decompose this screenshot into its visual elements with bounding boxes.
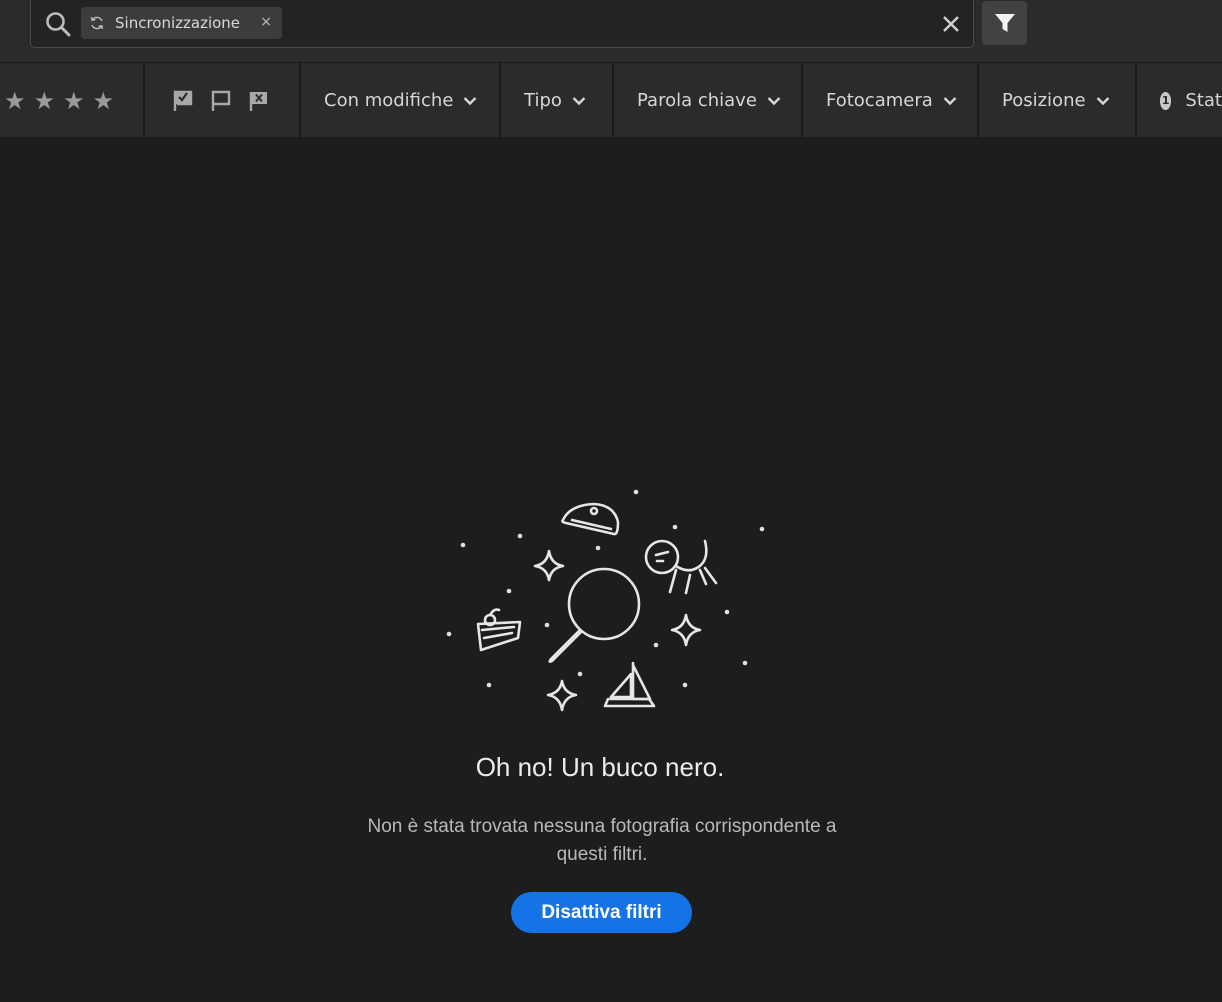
search-toolbar: Sincronizzazione × — [0, 0, 1222, 62]
info-badge: 1 — [1160, 91, 1172, 110]
search-icon — [46, 12, 71, 37]
star-icon[interactable]: ★ — [93, 89, 115, 113]
search-input[interactable]: Sincronizzazione × — [30, 0, 974, 48]
search-chip-label: Sincronizzazione — [115, 14, 241, 32]
filter-dropdown-type[interactable]: Tipo — [501, 63, 614, 138]
dropdown-label: Posizione — [1002, 90, 1086, 111]
flag-unflagged-icon[interactable] — [209, 89, 233, 113]
filter-dropdown-edits[interactable]: Con modifiche — [301, 63, 501, 138]
sync-icon — [90, 16, 104, 30]
chevron-down-icon — [767, 96, 781, 105]
filter-dropdown-camera[interactable]: Fotocamera — [803, 63, 979, 138]
sparkle-icon — [546, 679, 578, 712]
dropdown-label: Con modifiche — [324, 90, 454, 111]
close-icon[interactable] — [941, 14, 961, 34]
filter-bar: ★ ★ ★ ★ Con modifiche Tipo Parola chiave… — [0, 62, 1222, 138]
dropdown-label: Fotocamera — [826, 90, 933, 111]
dropdown-label: Tipo — [524, 90, 562, 111]
chevron-down-icon — [464, 96, 477, 105]
funnel-icon — [994, 14, 1015, 32]
flag-filter — [145, 63, 301, 138]
star-icon[interactable]: ★ — [63, 89, 85, 113]
dropdown-label: Parola chiave — [637, 90, 757, 111]
filter-toggle-button[interactable] — [982, 1, 1027, 45]
chevron-down-icon — [572, 96, 586, 105]
sparkle-icon — [533, 549, 565, 582]
flag-picked-icon[interactable] — [171, 89, 195, 113]
astronaut-icon — [644, 539, 680, 575]
disable-filters-button[interactable]: Disattiva filtri — [511, 892, 692, 933]
empty-state-title: Oh no! Un buco nero. — [475, 752, 725, 782]
filter-dropdown-keyword[interactable]: Parola chiave — [614, 63, 803, 138]
rating-filter[interactable]: ★ ★ ★ ★ — [0, 63, 145, 138]
search-chip-sync[interactable]: Sincronizzazione × — [81, 7, 282, 39]
empty-state-message: Non è stata trovata nessuna fotografia c… — [367, 816, 837, 865]
filter-dropdown-location[interactable]: Posizione — [979, 63, 1137, 138]
chip-remove-icon[interactable]: × — [260, 14, 272, 30]
star-dots — [446, 489, 765, 688]
flag-rejected-icon[interactable] — [247, 89, 271, 113]
chevron-down-icon — [1096, 96, 1109, 105]
sparkle-icon — [670, 613, 702, 647]
star-icon[interactable]: ★ — [4, 89, 26, 113]
star-icon[interactable]: ★ — [34, 89, 56, 113]
chevron-down-icon — [943, 96, 957, 105]
empty-state-illustration — [446, 489, 765, 712]
dropdown-label: Stat — [1185, 90, 1222, 111]
magnifier-icon — [567, 567, 641, 641]
filter-dropdown-status[interactable]: 1 Stat — [1137, 63, 1222, 138]
